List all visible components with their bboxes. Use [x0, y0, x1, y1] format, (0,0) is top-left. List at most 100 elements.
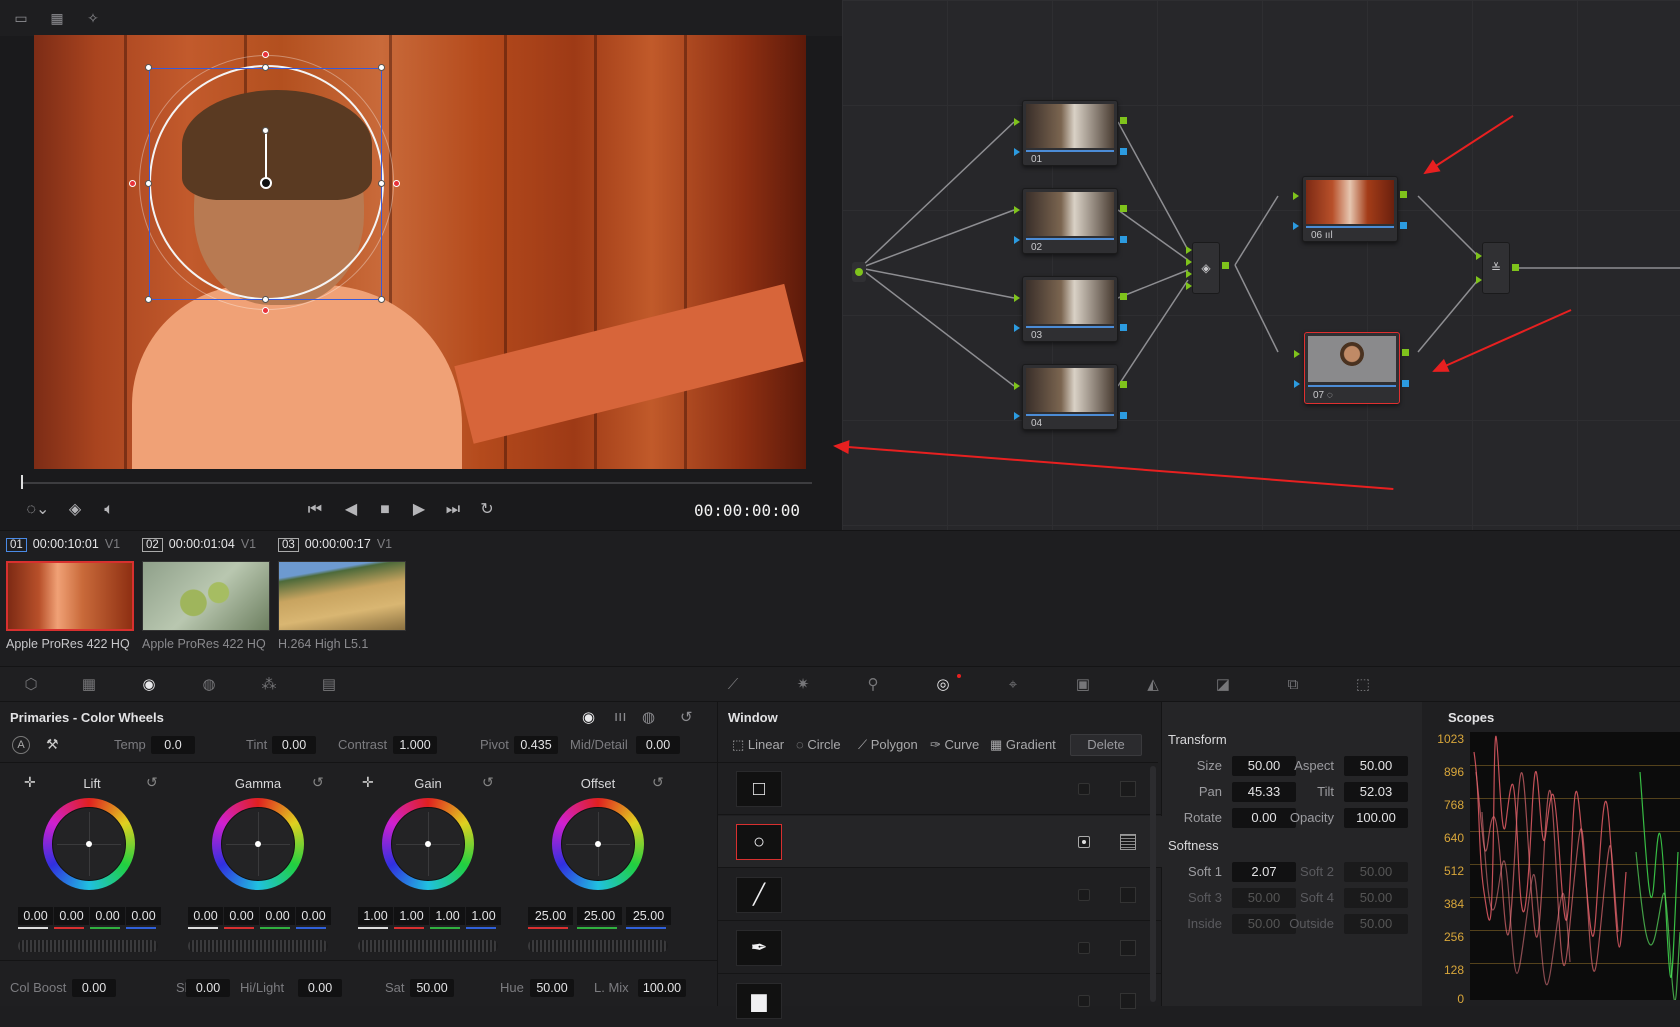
speaker-icon[interactable]: 🔈︎	[96, 495, 122, 525]
node-01[interactable]: 01	[1022, 100, 1118, 166]
lift-wheel[interactable]	[43, 798, 135, 890]
window-icon[interactable]: ◎	[930, 676, 956, 694]
tilt-field[interactable]: 52.03	[1344, 782, 1408, 802]
node-input-port[interactable]	[1294, 350, 1300, 358]
square-window-icon[interactable]: □	[736, 771, 782, 807]
bbox-handle[interactable]	[145, 180, 152, 187]
offset-g-field[interactable]: 25.00	[577, 907, 622, 925]
gamma-b-field[interactable]: 0.00	[296, 907, 331, 925]
clip-thumbnail[interactable]	[142, 561, 270, 631]
layer-mixer-node[interactable]: ◈	[1192, 242, 1220, 294]
gain-b-field[interactable]: 1.00	[466, 907, 501, 925]
rgb-mixer-icon[interactable]: ⁂	[256, 676, 282, 694]
color-wheels-mode-icon[interactable]: ◉	[582, 708, 595, 726]
lift-reset-icon[interactable]: ↺	[146, 774, 158, 791]
window-row-gradient[interactable]: ▆	[718, 975, 1162, 1027]
window-mask-toggle[interactable]	[1120, 781, 1136, 797]
bbox-handle[interactable]	[262, 296, 269, 303]
clip-thumbnail[interactable]	[6, 561, 134, 631]
gain-picker-icon[interactable]: ✛	[362, 774, 374, 791]
node-key-input-port[interactable]	[1014, 412, 1020, 420]
softness-handle[interactable]	[262, 307, 269, 314]
gamma-g-field[interactable]: 0.00	[260, 907, 295, 925]
linear-tool-button[interactable]: ⬚ Linear	[732, 737, 784, 753]
softness-handle[interactable]	[129, 180, 136, 187]
play-icon[interactable]: ▶	[406, 495, 432, 525]
shad-field[interactable]: 0.00	[186, 979, 230, 997]
lift-master-wheel[interactable]	[18, 940, 158, 952]
window-invert-toggle[interactable]	[1078, 836, 1090, 848]
hdr-wheels-icon[interactable]: ◍	[196, 676, 222, 694]
temp-field[interactable]: 0.0	[151, 736, 195, 754]
node-key-input-port[interactable]	[1014, 236, 1020, 244]
lift-picker-icon[interactable]: ✛	[24, 774, 36, 791]
key-icon[interactable]: ◪	[1210, 676, 1236, 694]
gamma-y-field[interactable]: 0.00	[188, 907, 223, 925]
mixer-input-port[interactable]	[1186, 270, 1192, 278]
bbox-handle[interactable]	[378, 296, 385, 303]
lift-r-field[interactable]: 0.00	[54, 907, 89, 925]
window-row-circle[interactable]: ○	[718, 816, 1162, 868]
node-output-port[interactable]	[1120, 205, 1127, 212]
gamma-master-wheel[interactable]	[188, 940, 328, 952]
offset-master-wheel[interactable]	[528, 940, 668, 952]
offset-r-field[interactable]: 25.00	[528, 907, 573, 925]
gain-reset-icon[interactable]: ↺	[482, 774, 494, 791]
gain-g-field[interactable]: 1.00	[430, 907, 465, 925]
gamma-reset-icon[interactable]: ↺	[312, 774, 324, 791]
lift-g-field[interactable]: 0.00	[90, 907, 125, 925]
bbox-handle[interactable]	[145, 64, 152, 71]
qualifier-icon[interactable]: ⚲	[860, 676, 886, 694]
window-invert-toggle[interactable]	[1078, 995, 1090, 1007]
node-output-port[interactable]	[1402, 349, 1409, 356]
node-input-port[interactable]	[1014, 118, 1020, 126]
play-reverse-icon[interactable]: ◀	[338, 495, 364, 525]
node-key-output-port[interactable]	[1400, 222, 1407, 229]
window-row-polygon[interactable]: ╱	[718, 869, 1162, 921]
camera-raw-icon[interactable]: ⬡	[18, 676, 44, 694]
circle-window-icon[interactable]: ○	[736, 824, 782, 860]
mixer-output-port[interactable]	[1512, 264, 1519, 271]
window-list-scrollbar[interactable]	[1150, 766, 1156, 1002]
clip-01[interactable]: 01 00:00:10:01 V1 Apple ProRes 422 HQ	[6, 537, 136, 651]
gain-wheel[interactable]	[382, 798, 474, 890]
loop-icon[interactable]: ↻	[474, 495, 500, 525]
node-03[interactable]: 03	[1022, 276, 1118, 342]
node-07-selected[interactable]: 07 ◌	[1304, 332, 1400, 404]
aspect-field[interactable]: 50.00	[1344, 756, 1408, 776]
window-mask-toggle[interactable]	[1120, 940, 1136, 956]
node-input-port[interactable]	[1014, 382, 1020, 390]
bbox-handle[interactable]	[378, 180, 385, 187]
node-key-output-port[interactable]	[1120, 148, 1127, 155]
middetail-field[interactable]: 0.00	[636, 736, 680, 754]
color-match-icon[interactable]: ▦	[76, 676, 102, 694]
stop-icon[interactable]: ■	[372, 495, 398, 525]
motion-effects-icon[interactable]: ▤	[316, 676, 342, 694]
mixer-input-port[interactable]	[1476, 276, 1482, 284]
reset-icon[interactable]: ↺	[680, 708, 693, 726]
lmix-field[interactable]: 100.00	[638, 979, 686, 997]
gain-y-field[interactable]: 1.00	[358, 907, 393, 925]
polygon-window-icon[interactable]: ╱	[736, 877, 782, 913]
magic-mask-icon[interactable]: ▣	[1070, 676, 1096, 694]
window-invert-toggle[interactable]	[1078, 783, 1090, 795]
gradient-window-icon[interactable]: ▆	[736, 983, 782, 1019]
hilight-field[interactable]: 0.00	[298, 979, 342, 997]
gain-master-wheel[interactable]	[358, 940, 498, 952]
pivot-field[interactable]: 0.435	[514, 736, 558, 754]
polygon-tool-button[interactable]: ⟋ Polygon	[858, 737, 918, 753]
parallel-mixer-node[interactable]: ≚	[1482, 242, 1510, 294]
color-warper-icon[interactable]: ✷	[790, 676, 816, 694]
node-output-port[interactable]	[1120, 293, 1127, 300]
node-06[interactable]: 06 ııl	[1302, 176, 1398, 242]
delete-button[interactable]: Delete	[1070, 734, 1142, 756]
eyedropper-icon[interactable]: ⚒	[46, 736, 59, 753]
node-02[interactable]: 02	[1022, 188, 1118, 254]
window-mask-toggle[interactable]	[1120, 887, 1136, 903]
node-04[interactable]: 04	[1022, 364, 1118, 430]
bbox-handle[interactable]	[262, 64, 269, 71]
curve-tool-button[interactable]: ✑ Curve	[930, 737, 979, 753]
source-input[interactable]	[852, 262, 866, 282]
mixer-input-port[interactable]	[1186, 258, 1192, 266]
node-key-input-port[interactable]	[1014, 148, 1020, 156]
